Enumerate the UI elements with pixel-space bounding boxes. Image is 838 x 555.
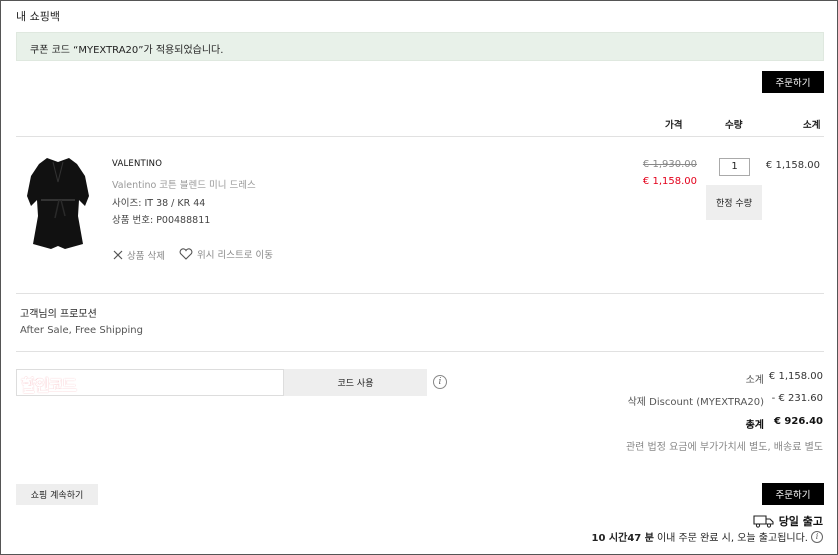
column-subtotal: 소계 <box>803 120 821 131</box>
quantity-input[interactable]: 1 <box>719 158 750 176</box>
shopping-bag-page: 내 쇼핑백 쿠폰 코드 “MYEXTRA20”가 적용되었습니다. 주문하기 가… <box>0 0 838 555</box>
summary-discount-label: 삭제 Discount (MYEXTRA20) <box>627 397 764 408</box>
apply-code-button[interactable]: 코드 사용 <box>284 369 427 396</box>
item-subtotal: € 1,158.00 <box>765 160 820 171</box>
close-icon <box>113 250 123 260</box>
column-price: 가격 <box>665 120 683 131</box>
dress-image <box>27 158 89 249</box>
checkout-button-bottom[interactable]: 주문하기 <box>762 483 824 505</box>
info-icon[interactable]: i <box>433 375 447 389</box>
divider <box>16 351 824 352</box>
column-qty: 수량 <box>725 120 743 131</box>
promotion-text: After Sale, Free Shipping <box>20 325 143 336</box>
summary-subtotal-label: 소계 <box>745 375 764 386</box>
heart-icon <box>179 248 193 260</box>
original-price: € 1,930.00 <box>642 159 697 170</box>
discount-code-label: 할인코드 <box>21 376 77 396</box>
remove-item-label: 상품 삭제 <box>127 251 165 262</box>
same-day-shipping: 당일 출고 <box>753 513 823 529</box>
summary-subtotal-value: € 1,158.00 <box>768 371 823 382</box>
continue-shopping-button[interactable]: 쇼핑 계속하기 <box>16 484 98 505</box>
wishlist-label: 위시 리스트로 이동 <box>197 250 273 261</box>
tax-note: 관련 법정 요금에 부가가치세 별도, 배송료 별도 <box>625 442 823 453</box>
product-image[interactable] <box>23 156 93 251</box>
same-day-label: 당일 출고 <box>778 515 823 528</box>
divider <box>16 136 824 137</box>
product-size: 사이즈: IT 38 / KR 44 <box>112 198 206 209</box>
product-name[interactable]: Valentino 코튼 블렌드 미니 드레스 <box>112 177 256 191</box>
move-to-wishlist-button[interactable]: 위시 리스트로 이동 <box>179 247 273 261</box>
page-title: 내 쇼핑백 <box>16 10 60 23</box>
shipping-deadline-text: 이내 주문 완료 시, 오늘 출고됩니다. <box>656 533 808 544</box>
shipping-info-icon[interactable]: i <box>811 530 823 543</box>
product-brand[interactable]: VALENTINO <box>112 159 162 169</box>
coupon-notice: 쿠폰 코드 “MYEXTRA20”가 적용되었습니다. <box>16 32 824 61</box>
coupon-notice-text: 쿠폰 코드 “MYEXTRA20”가 적용되었습니다. <box>30 45 224 56</box>
shipping-countdown: 10 시간47 분 <box>591 533 654 544</box>
checkout-button-top[interactable]: 주문하기 <box>762 71 824 93</box>
remove-item-button[interactable]: 상품 삭제 <box>113 248 165 262</box>
limited-quantity-badge: 한정 수량 <box>706 185 762 220</box>
sale-price: € 1,158.00 <box>642 176 697 187</box>
divider <box>16 293 824 294</box>
product-number: 상품 번호: P00488811 <box>112 215 211 226</box>
promotion-title: 고객님의 프로모션 <box>20 309 97 320</box>
shipping-deadline-note: 10 시간47 분 이내 주문 완료 시, 오늘 출고됩니다. i <box>592 529 823 544</box>
summary-total-label: 총계 <box>745 420 764 431</box>
summary-discount-value: - € 231.60 <box>771 393 823 404</box>
summary-total-value: € 926.40 <box>773 416 823 427</box>
truck-icon <box>753 515 774 528</box>
